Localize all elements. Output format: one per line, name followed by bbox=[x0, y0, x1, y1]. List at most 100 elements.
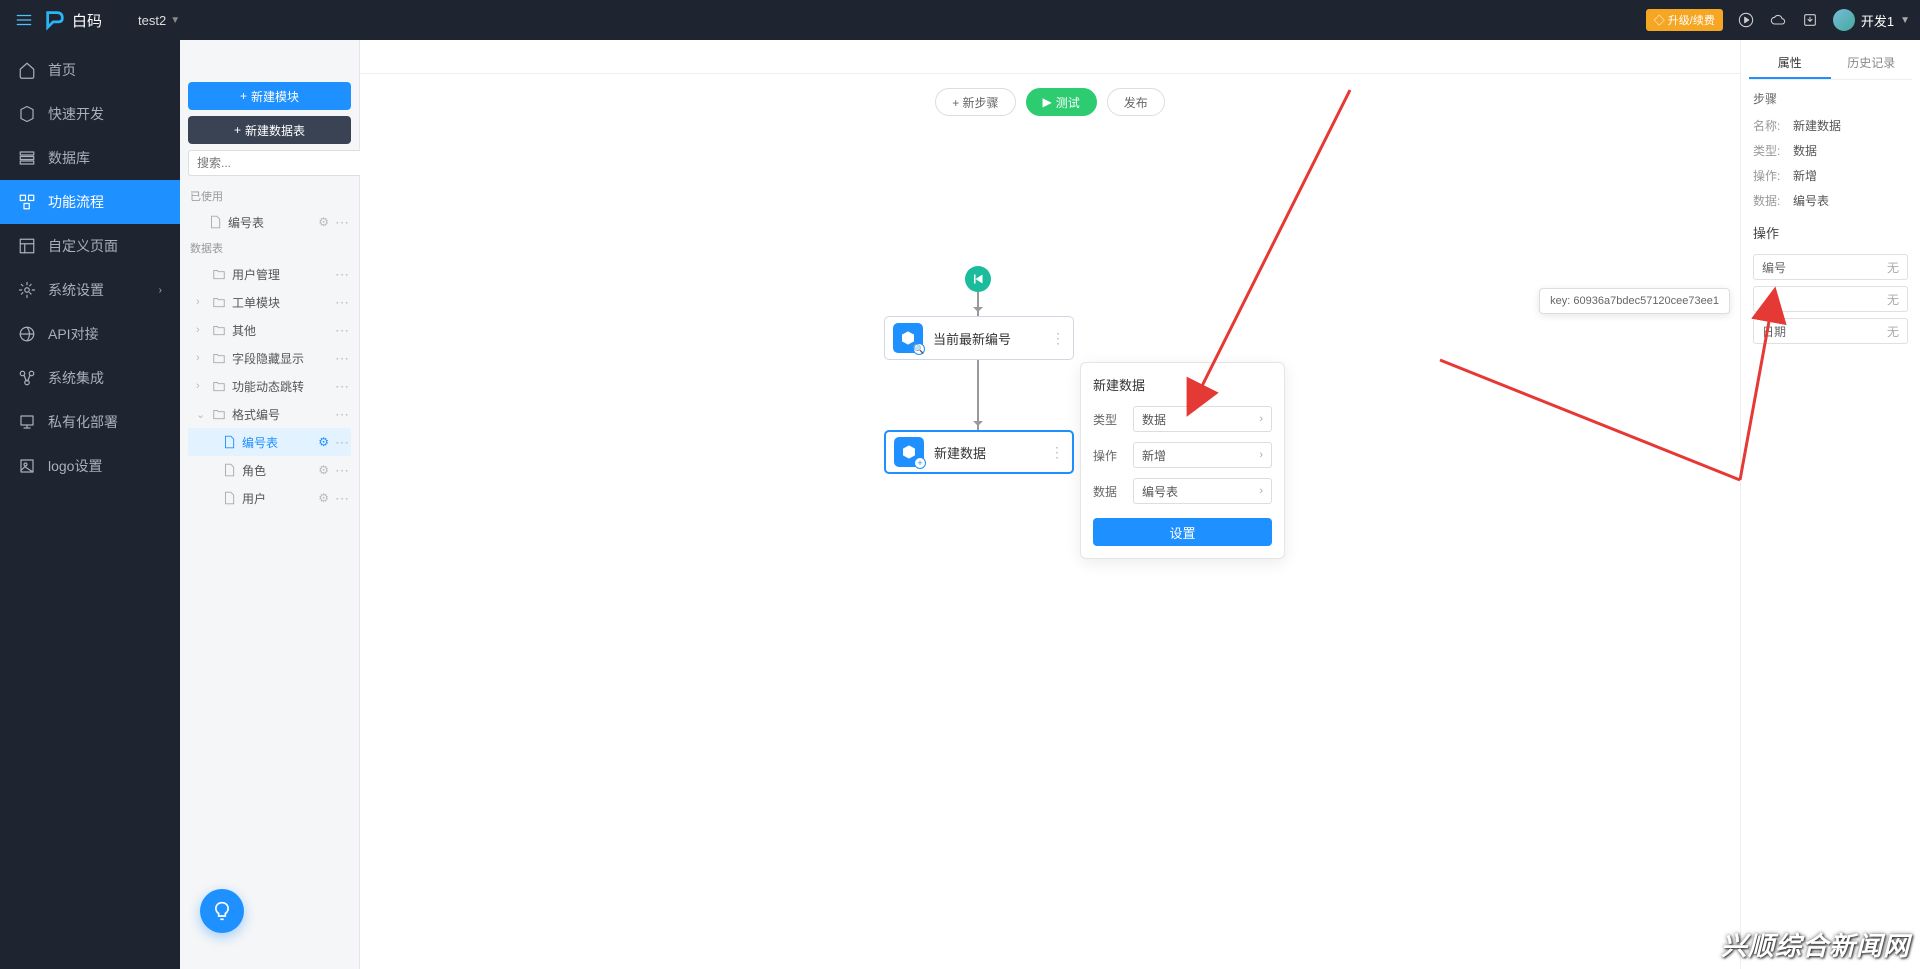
key-tooltip: key: 60936a7bdec57120cee73ee1 bbox=[1539, 288, 1730, 314]
table-folder[interactable]: ›工单模块⋯ bbox=[188, 288, 351, 316]
sliders-icon[interactable]: ⚙ bbox=[318, 491, 329, 505]
prop-row: 类型:数据 bbox=[1741, 138, 1920, 163]
hint-fab[interactable] bbox=[200, 889, 244, 933]
settings-button[interactable]: 设置 bbox=[1093, 518, 1272, 546]
new-module-button[interactable]: +新建模块 bbox=[188, 82, 351, 110]
tab-properties[interactable]: 属性 bbox=[1749, 48, 1831, 79]
tab-history[interactable]: 历史记录 bbox=[1831, 48, 1913, 79]
node-label: 用户管理 bbox=[232, 266, 329, 283]
more-icon[interactable]: ⋯ bbox=[335, 350, 347, 367]
field-value: 无 bbox=[1887, 291, 1899, 308]
new-table-button[interactable]: +新建数据表 bbox=[188, 116, 351, 144]
table-item[interactable]: 角色⚙⋯ bbox=[188, 456, 351, 484]
project-selector[interactable]: test2 ▼ bbox=[138, 13, 180, 28]
node-label: 功能动态跳转 bbox=[232, 378, 329, 395]
more-icon[interactable]: ⋯ bbox=[335, 490, 347, 507]
row-key: 数据 bbox=[1093, 483, 1125, 500]
field-key[interactable]: 无 bbox=[1753, 286, 1908, 312]
test-button[interactable]: ▶测试 bbox=[1026, 88, 1097, 116]
prop-row: 操作:新增 bbox=[1741, 163, 1920, 188]
field-value: 无 bbox=[1887, 259, 1899, 276]
nav-flow[interactable]: 功能流程 bbox=[0, 180, 180, 224]
flow-node-create[interactable]: + 新建数据 ⋮ bbox=[884, 430, 1074, 474]
prop-value: 数据 bbox=[1793, 142, 1817, 159]
nav-home[interactable]: 首页 bbox=[0, 48, 180, 92]
data-select[interactable]: 编号表› bbox=[1133, 478, 1272, 504]
sliders-icon[interactable]: ⚙ bbox=[318, 463, 329, 477]
nav-quick-dev[interactable]: 快速开发 bbox=[0, 92, 180, 136]
cloud-icon[interactable] bbox=[1769, 11, 1787, 29]
field-date[interactable]: 日期无 bbox=[1753, 318, 1908, 344]
field-id[interactable]: 编号无 bbox=[1753, 254, 1908, 280]
table-item-active[interactable]: 编号表⚙⋯ bbox=[188, 428, 351, 456]
nav-custom-page[interactable]: 自定义页面 bbox=[0, 224, 180, 268]
nav-database[interactable]: 数据库 bbox=[0, 136, 180, 180]
table-folder[interactable]: 用户管理 ⋯ bbox=[188, 260, 351, 288]
popup-title: 新建数据 bbox=[1093, 375, 1272, 394]
prop-value: 新增 bbox=[1793, 167, 1817, 184]
nav-private-deploy[interactable]: 私有化部署 bbox=[0, 400, 180, 444]
sliders-icon[interactable]: ⚙ bbox=[318, 435, 329, 449]
chevron-down-icon: ⌄ bbox=[196, 408, 206, 421]
sliders-icon[interactable]: ⚙ bbox=[318, 215, 329, 229]
prop-key: 类型: bbox=[1753, 142, 1793, 159]
node-label: 新建数据 bbox=[934, 443, 1040, 462]
select-value: 数据 bbox=[1142, 411, 1166, 428]
search-input[interactable] bbox=[188, 150, 360, 176]
group-used: 已使用 bbox=[188, 184, 351, 208]
publish-button[interactable]: 发布 bbox=[1107, 88, 1165, 116]
more-icon[interactable]: ⋯ bbox=[335, 214, 347, 231]
node-label: 格式编号 bbox=[232, 406, 329, 423]
more-icon[interactable]: ⋮ bbox=[1051, 330, 1065, 347]
user-menu[interactable]: 开发1 ▼ bbox=[1833, 9, 1910, 31]
flow-area[interactable]: 🔍 当前最新编号 ⋮ + 新建数据 ⋮ 新建数据 类型数据› 操作新增› 数据编… bbox=[360, 130, 1740, 969]
used-item[interactable]: 编号表 ⚙ ⋯ bbox=[188, 208, 351, 236]
upgrade-button[interactable]: ◇ 升级/续费 bbox=[1646, 9, 1723, 31]
field-label: 日期 bbox=[1762, 323, 1786, 340]
download-icon[interactable] bbox=[1801, 11, 1819, 29]
watermark: 兴顺综合新闻网 bbox=[1721, 926, 1910, 963]
more-icon[interactable]: ⋯ bbox=[335, 294, 347, 311]
plus-icon: + bbox=[234, 123, 241, 137]
nav-integration[interactable]: 系统集成 bbox=[0, 356, 180, 400]
chevron-right-icon: › bbox=[196, 296, 206, 308]
nav-label: 自定义页面 bbox=[48, 236, 118, 256]
more-icon[interactable]: ⋯ bbox=[335, 266, 347, 283]
table-folder[interactable]: ›其他⋯ bbox=[188, 316, 351, 344]
flow-canvas[interactable]: + 新步骤 ▶测试 发布 🔍 当前最新编号 ⋮ + 新建数据 ⋮ 新建数据 类型… bbox=[360, 74, 1740, 969]
chevron-right-icon: › bbox=[1259, 449, 1263, 461]
table-folder[interactable]: ›功能动态跳转⋯ bbox=[188, 372, 351, 400]
more-icon[interactable]: ⋯ bbox=[335, 462, 347, 479]
more-icon[interactable]: ⋯ bbox=[335, 434, 347, 451]
section-operation: 操作 bbox=[1741, 213, 1920, 248]
operation-select[interactable]: 新增› bbox=[1133, 442, 1272, 468]
flow-node-query[interactable]: 🔍 当前最新编号 ⋮ bbox=[884, 316, 1074, 360]
topbar: 白码 test2 ▼ ◇ 升级/续费 开发1 ▼ bbox=[0, 0, 1920, 40]
type-select[interactable]: 数据› bbox=[1133, 406, 1272, 432]
table-folder-expanded[interactable]: ⌄ 格式编号 ⋯ bbox=[188, 400, 351, 428]
nav-label: API对接 bbox=[48, 324, 99, 344]
more-icon[interactable]: ⋯ bbox=[335, 378, 347, 395]
more-icon[interactable]: ⋮ bbox=[1050, 444, 1064, 461]
btn-label: 新建模块 bbox=[251, 88, 299, 105]
chevron-right-icon: › bbox=[1259, 485, 1263, 497]
play-icon[interactable] bbox=[1737, 11, 1755, 29]
left-nav: 首页 快速开发 数据库 功能流程 自定义页面 系统设置› API对接 系统集成 … bbox=[0, 40, 180, 969]
project-name: test2 bbox=[138, 13, 166, 28]
table-item[interactable]: 用户⚙⋯ bbox=[188, 484, 351, 512]
nav-label: logo设置 bbox=[48, 456, 102, 476]
module-panel: +新建模块 +新建数据表 已使用 编号表 ⚙ ⋯ 数据表 用户管理⋯ ›工单模块… bbox=[180, 40, 360, 969]
nav-settings[interactable]: 系统设置› bbox=[0, 268, 180, 312]
more-icon[interactable]: ⋯ bbox=[335, 406, 347, 423]
prop-key: 操作: bbox=[1753, 167, 1793, 184]
flow-connector bbox=[977, 292, 979, 316]
new-step-button[interactable]: + 新步骤 bbox=[935, 88, 1015, 116]
cube-icon: 🔍 bbox=[893, 323, 923, 353]
table-folder[interactable]: ›字段隐藏显示⋯ bbox=[188, 344, 351, 372]
start-node[interactable] bbox=[965, 266, 991, 292]
more-icon[interactable]: ⋯ bbox=[335, 322, 347, 339]
menu-toggle-icon[interactable] bbox=[10, 6, 38, 34]
nav-api[interactable]: API对接 bbox=[0, 312, 180, 356]
nav-logo[interactable]: logo设置 bbox=[0, 444, 180, 488]
cube-icon: + bbox=[894, 437, 924, 467]
